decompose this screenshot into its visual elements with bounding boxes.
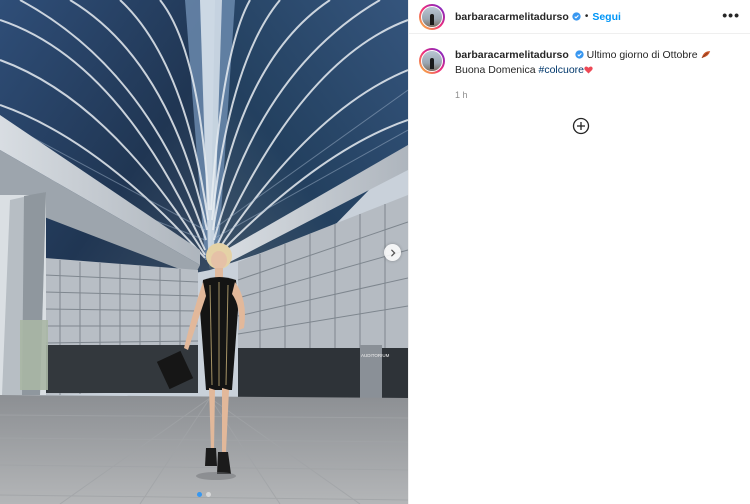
separator-dot: • bbox=[584, 11, 589, 22]
carousel-next-button[interactable] bbox=[384, 244, 401, 261]
carousel-dot bbox=[197, 492, 202, 497]
caption-avatar[interactable] bbox=[419, 48, 445, 74]
caption-body-text-1: Ultimo giorno di Ottobre bbox=[586, 49, 698, 61]
heart-emoji-icon bbox=[584, 66, 593, 74]
caption-body-text-2: Buona Domenica bbox=[455, 64, 536, 76]
post-timestamp[interactable]: 1 h bbox=[455, 90, 740, 100]
chevron-right-icon bbox=[390, 249, 396, 256]
avatar[interactable] bbox=[419, 3, 445, 30]
add-comment-icon[interactable] bbox=[572, 117, 590, 135]
verified-badge-icon bbox=[572, 12, 581, 21]
caption-username[interactable]: barbaracarmelitadurso bbox=[455, 49, 569, 61]
building-scene: AUDITORIUM bbox=[0, 0, 408, 504]
carousel-dot bbox=[206, 492, 211, 497]
caption-text: barbaracarmelitadurso Ultimo giorno di O… bbox=[455, 48, 740, 78]
verified-badge-icon bbox=[575, 50, 584, 59]
leaf-emoji-icon bbox=[702, 51, 711, 59]
post-photo[interactable]: AUDITORIUM bbox=[0, 0, 408, 504]
follow-button[interactable]: Segui bbox=[592, 11, 621, 23]
caption: barbaracarmelitadurso Ultimo giorno di O… bbox=[409, 34, 750, 100]
post-sidebar: barbaracarmelitadurso • Segui ••• barbar… bbox=[408, 0, 750, 504]
auditorium-sign: AUDITORIUM bbox=[361, 353, 390, 358]
carousel-indicator bbox=[0, 492, 408, 497]
post-header: barbaracarmelitadurso • Segui ••• bbox=[409, 0, 750, 34]
header-username[interactable]: barbaracarmelitadurso bbox=[455, 11, 569, 23]
hashtag-link[interactable]: #colcuore bbox=[538, 64, 584, 76]
more-options-icon[interactable]: ••• bbox=[722, 8, 740, 26]
